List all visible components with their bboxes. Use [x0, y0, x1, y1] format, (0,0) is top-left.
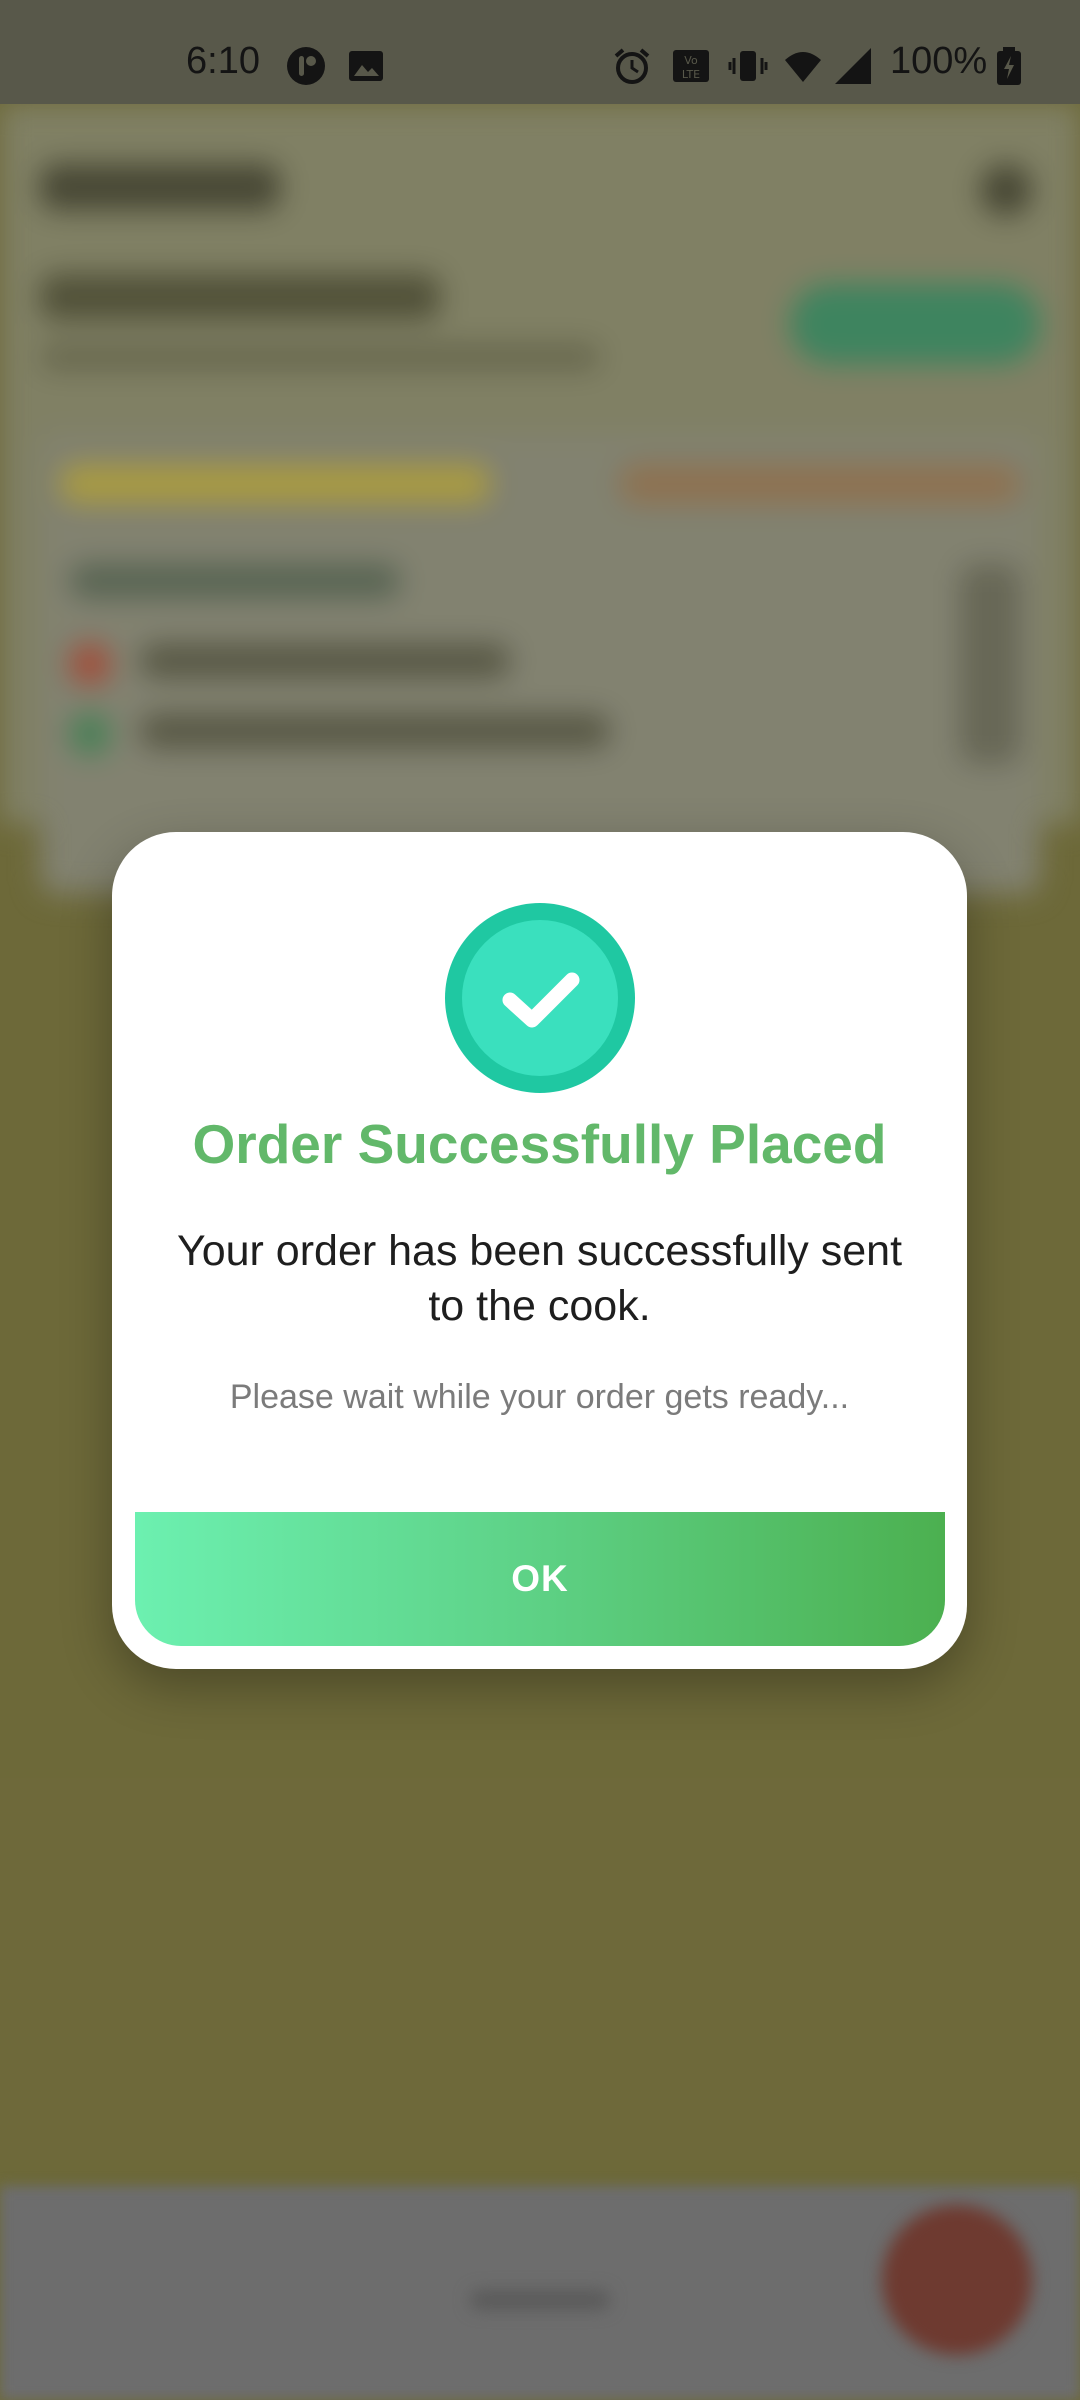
app-notification-icon: [286, 46, 326, 86]
order-success-dialog: Order Successfully Placed Your order has…: [112, 832, 967, 1669]
dialog-message: Your order has been successfully sent to…: [176, 1227, 903, 1330]
floating-action-button[interactable]: [882, 2205, 1032, 2355]
svg-text:Vo: Vo: [684, 54, 698, 67]
screen: 6:10 Vo LTE 100% Order Successfully Plac…: [0, 0, 1080, 2400]
cell-signal-icon: [833, 46, 873, 86]
check-circle-icon: [445, 903, 635, 1093]
dialog-sub-message: Please wait while your order gets ready.…: [229, 1378, 850, 1416]
status-time: 6:10: [186, 40, 260, 82]
battery-charging-icon: [994, 46, 1024, 86]
alarm-icon: [612, 46, 652, 86]
battery-percentage: 100%: [890, 40, 988, 82]
volte-icon: Vo LTE: [671, 46, 711, 86]
svg-text:LTE: LTE: [682, 68, 700, 81]
bottom-bar-label-blurred: [470, 2290, 610, 2310]
status-bar: 6:10 Vo LTE 100%: [0, 0, 1080, 104]
image-icon: [346, 46, 386, 86]
dialog-title: Order Successfully Placed: [192, 1113, 887, 1175]
vibrate-icon: [728, 46, 768, 86]
wifi-icon: [783, 46, 823, 86]
ok-button[interactable]: OK: [135, 1512, 945, 1646]
